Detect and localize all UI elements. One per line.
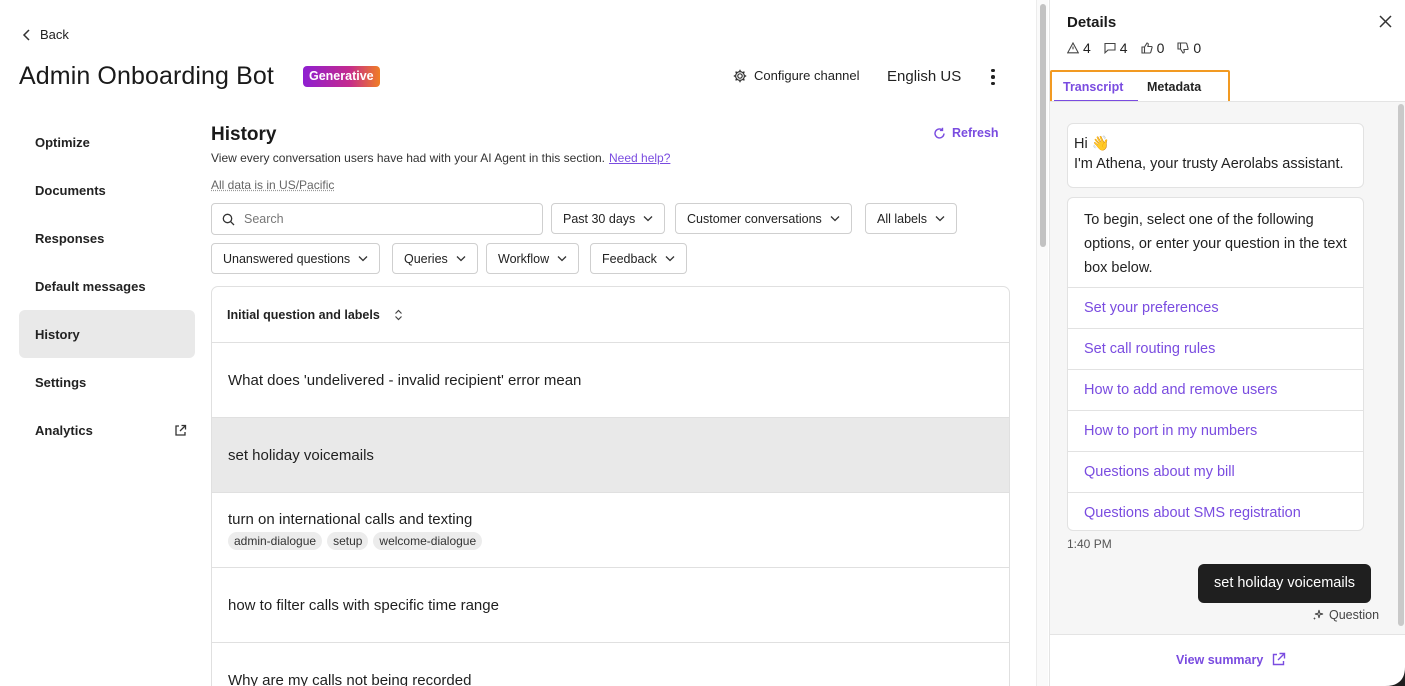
message-type-label: Question bbox=[1312, 608, 1379, 622]
sparkle-icon bbox=[1312, 609, 1324, 621]
chevron-left-icon bbox=[22, 29, 32, 41]
thumbs-down-icon bbox=[1177, 42, 1189, 54]
sidebar-item-responses[interactable]: Responses bbox=[19, 214, 195, 262]
thumbs-up-count: 0 bbox=[1141, 40, 1165, 56]
configure-channel-label: Configure channel bbox=[754, 68, 860, 83]
refresh-button[interactable]: Refresh bbox=[933, 126, 999, 140]
table-row[interactable]: turn on international calls and texting … bbox=[212, 493, 1009, 568]
history-title: History bbox=[211, 124, 276, 146]
option-set-preferences[interactable]: Set your preferences bbox=[1068, 287, 1363, 328]
comment-icon bbox=[1104, 42, 1116, 54]
history-description: View every conversation users have had w… bbox=[211, 151, 670, 165]
table-row[interactable]: What does 'undelivered - invalid recipie… bbox=[212, 343, 1009, 418]
sidebar-item-settings[interactable]: Settings bbox=[19, 358, 195, 406]
page-title: Admin Onboarding Bot bbox=[19, 62, 274, 91]
bot-intro-text: To begin, select one of the following op… bbox=[1068, 198, 1363, 287]
message-timestamp: 1:40 PM bbox=[1067, 537, 1112, 551]
chevron-down-icon bbox=[830, 215, 840, 222]
sort-icon bbox=[394, 309, 403, 321]
transcript-scrollbar[interactable] bbox=[1396, 102, 1405, 634]
label-tag: welcome-dialogue bbox=[373, 532, 482, 550]
back-label: Back bbox=[40, 27, 69, 42]
workflow-filter[interactable]: Workflow bbox=[486, 243, 579, 274]
view-summary-button[interactable]: View summary bbox=[1176, 652, 1286, 667]
sidebar-item-history[interactable]: History bbox=[19, 310, 195, 358]
table-row[interactable]: how to filter calls with specific time r… bbox=[212, 568, 1009, 643]
details-panel: Details 4 4 0 0 Transcript Metadata Hi 👋… bbox=[1049, 0, 1405, 686]
option-add-remove-users[interactable]: How to add and remove users bbox=[1068, 369, 1363, 410]
labels-filter[interactable]: All labels bbox=[865, 203, 957, 234]
row-tags: admin-dialogue setup welcome-dialogue bbox=[228, 532, 1009, 550]
warning-icon bbox=[1067, 42, 1079, 54]
gear-icon bbox=[733, 69, 747, 83]
sidebar-item-documents[interactable]: Documents bbox=[19, 166, 195, 214]
table-row[interactable]: Why are my calls not being recorded bbox=[212, 643, 1009, 686]
thumbs-down-count: 0 bbox=[1177, 40, 1201, 56]
refresh-icon bbox=[933, 127, 946, 140]
external-link-icon bbox=[1271, 652, 1286, 667]
table-row[interactable]: set holiday voicemails bbox=[212, 418, 1009, 493]
sidebar-item-default-messages[interactable]: Default messages bbox=[19, 262, 195, 310]
option-bill-questions[interactable]: Questions about my bill bbox=[1068, 451, 1363, 492]
divider bbox=[1050, 634, 1405, 635]
configure-channel-button[interactable]: Configure channel bbox=[733, 68, 860, 83]
refresh-label: Refresh bbox=[952, 126, 999, 140]
conversation-type-filter[interactable]: Customer conversations bbox=[675, 203, 852, 234]
search-input[interactable] bbox=[244, 212, 524, 226]
column-header-initial-question[interactable]: Initial question and labels bbox=[212, 287, 1009, 343]
language-selector[interactable]: English US bbox=[887, 68, 961, 85]
resize-corner-icon bbox=[1385, 667, 1405, 686]
need-help-link[interactable]: Need help? bbox=[609, 151, 670, 165]
user-message: set holiday voicemails bbox=[1198, 564, 1371, 603]
option-call-routing[interactable]: Set call routing rules bbox=[1068, 328, 1363, 369]
chevron-down-icon bbox=[643, 215, 653, 222]
search-icon bbox=[222, 213, 235, 226]
option-sms-registration[interactable]: Questions about SMS registration bbox=[1068, 492, 1363, 533]
back-button[interactable]: Back bbox=[22, 27, 69, 42]
unanswered-questions-filter[interactable]: Unanswered questions bbox=[211, 243, 380, 274]
generative-badge: Generative bbox=[303, 66, 380, 87]
bot-options-message: To begin, select one of the following op… bbox=[1067, 197, 1364, 531]
date-range-filter[interactable]: Past 30 days bbox=[551, 203, 665, 234]
chevron-down-icon bbox=[935, 215, 945, 222]
timezone-note: All data is in US/Pacific bbox=[211, 178, 334, 192]
details-title: Details bbox=[1067, 14, 1116, 31]
option-port-numbers[interactable]: How to port in my numbers bbox=[1068, 410, 1363, 451]
queries-filter[interactable]: Queries bbox=[392, 243, 478, 274]
comment-count: 4 bbox=[1104, 40, 1128, 56]
more-options-icon[interactable] bbox=[985, 66, 1001, 88]
bot-greeting-message: Hi 👋 I'm Athena, your trusty Aerolabs as… bbox=[1067, 123, 1364, 188]
conversation-stats: 4 4 0 0 bbox=[1067, 40, 1201, 56]
main-scrollbar[interactable] bbox=[1036, 0, 1048, 686]
scrollbar-thumb[interactable] bbox=[1040, 4, 1046, 247]
chevron-down-icon bbox=[665, 255, 675, 262]
chevron-down-icon bbox=[358, 255, 368, 262]
conversation-table: Initial question and labels What does 'u… bbox=[211, 286, 1010, 686]
external-link-icon bbox=[174, 424, 187, 437]
feedback-filter[interactable]: Feedback bbox=[590, 243, 687, 274]
search-box bbox=[211, 203, 543, 235]
chevron-down-icon bbox=[557, 255, 567, 262]
chevron-down-icon bbox=[456, 255, 466, 262]
transcript-view: Hi 👋 I'm Athena, your trusty Aerolabs as… bbox=[1050, 102, 1396, 634]
label-tag: admin-dialogue bbox=[228, 532, 322, 550]
tab-metadata[interactable]: Metadata bbox=[1147, 80, 1201, 94]
thumbs-up-icon bbox=[1141, 42, 1153, 54]
label-tag: setup bbox=[327, 532, 368, 550]
warning-count: 4 bbox=[1067, 40, 1091, 56]
sidebar-item-analytics[interactable]: Analytics bbox=[19, 406, 195, 454]
tab-transcript[interactable]: Transcript bbox=[1063, 80, 1123, 94]
scrollbar-thumb[interactable] bbox=[1398, 104, 1404, 626]
close-icon[interactable] bbox=[1378, 14, 1393, 29]
sidebar-item-optimize[interactable]: Optimize bbox=[19, 118, 195, 166]
sidebar-nav: Optimize Documents Responses Default mes… bbox=[19, 118, 195, 454]
